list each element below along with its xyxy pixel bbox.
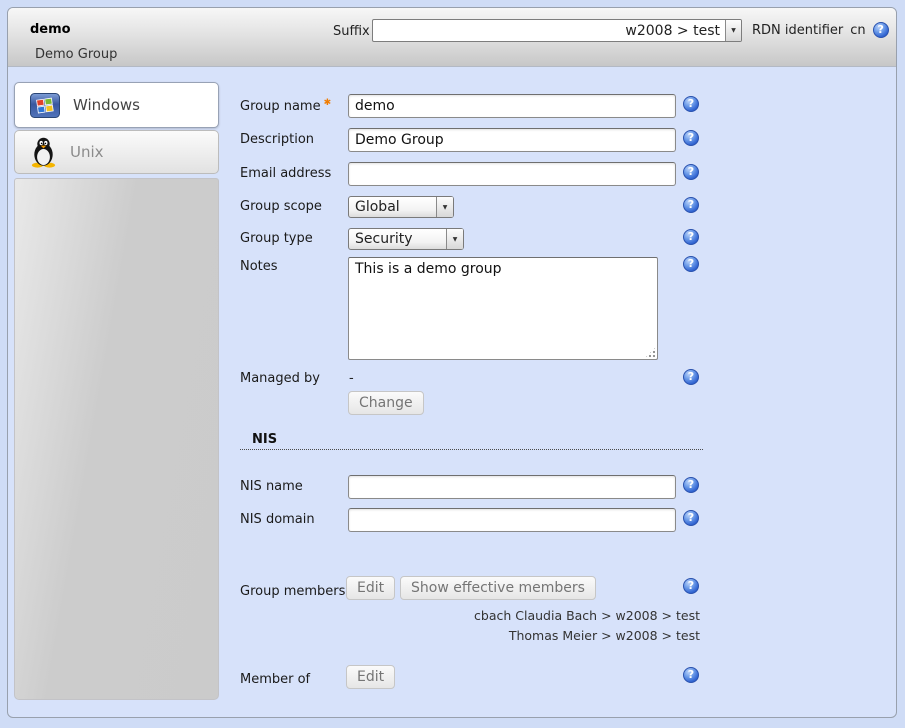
nis-name-label: NIS name	[240, 479, 303, 494]
suffix-select[interactable]: w2008 > test ▼	[372, 19, 742, 42]
managed-by-value: -	[349, 371, 354, 386]
notes-label: Notes	[240, 259, 278, 274]
group-type-label: Group type	[240, 231, 313, 246]
help-icon[interactable]: ?	[683, 96, 699, 112]
member-of-edit-button[interactable]: Edit	[346, 665, 395, 689]
suffix-selected-value: w2008 > test	[625, 23, 725, 39]
chevron-down-icon: ▼	[436, 197, 453, 217]
member-of-label: Member of	[240, 672, 310, 687]
tab-windows-label: Windows	[73, 96, 140, 114]
tab-unix-label: Unix	[70, 143, 104, 161]
header: demo Demo Group Suffix w2008 > test ▼ RD…	[8, 8, 896, 67]
help-icon[interactable]: ?	[683, 197, 699, 213]
email-address-input[interactable]	[348, 162, 676, 186]
group-scope-value: Global	[355, 199, 400, 215]
rdn-identifier-label: RDN identifier	[752, 23, 843, 38]
window: demo Demo Group Suffix w2008 > test ▼ RD…	[7, 7, 897, 718]
group-name-label: Group name✱	[240, 98, 331, 114]
help-icon[interactable]: ?	[683, 164, 699, 180]
nis-name-input[interactable]	[348, 475, 676, 499]
chevron-down-glyph: ▼	[731, 27, 736, 34]
group-members-edit-button[interactable]: Edit	[346, 576, 395, 600]
group-type-select[interactable]: Security ▼	[348, 228, 464, 250]
sidebar-panel	[14, 178, 219, 700]
page-title: demo	[30, 22, 71, 37]
chevron-down-icon: ▼	[725, 20, 741, 41]
tab-unix[interactable]: Unix	[14, 130, 219, 174]
group-members-list: cbach Claudia Bach > w2008 > test Thomas…	[348, 606, 700, 646]
chevron-down-glyph: ▼	[453, 236, 458, 243]
group-type-value: Security	[355, 231, 413, 247]
chevron-down-icon: ▼	[446, 229, 463, 249]
nis-section-title: NIS	[252, 432, 277, 447]
description-label: Description	[240, 132, 314, 147]
change-button[interactable]: Change	[348, 391, 424, 415]
group-scope-label: Group scope	[240, 199, 322, 214]
description-input[interactable]	[348, 128, 676, 152]
notes-textarea[interactable]: This is a demo group	[348, 257, 658, 360]
email-address-label: Email address	[240, 166, 331, 181]
group-member-item: cbach Claudia Bach > w2008 > test	[348, 606, 700, 626]
group-scope-select[interactable]: Global ▼	[348, 196, 454, 218]
group-member-item: Thomas Meier > w2008 > test	[348, 626, 700, 646]
page-subtitle: Demo Group	[35, 47, 117, 62]
help-icon[interactable]: ?	[683, 667, 699, 683]
tux-penguin-icon	[30, 137, 57, 168]
help-icon[interactable]: ?	[683, 578, 699, 594]
group-name-label-text: Group name	[240, 99, 321, 114]
help-icon[interactable]: ?	[683, 256, 699, 272]
show-effective-members-button[interactable]: Show effective members	[400, 576, 596, 600]
help-icon[interactable]: ?	[873, 22, 889, 38]
help-icon[interactable]: ?	[683, 229, 699, 245]
help-icon[interactable]: ?	[683, 369, 699, 385]
group-name-input[interactable]	[348, 94, 676, 118]
group-members-label: Group members	[240, 584, 345, 599]
nis-domain-input[interactable]	[348, 508, 676, 532]
help-icon[interactable]: ?	[683, 510, 699, 526]
help-icon[interactable]: ?	[683, 130, 699, 146]
managed-by-label: Managed by	[240, 371, 320, 386]
windows-logo-icon	[30, 93, 60, 118]
suffix-label: Suffix	[333, 24, 370, 39]
help-icon[interactable]: ?	[683, 477, 699, 493]
chevron-down-glyph: ▼	[443, 204, 448, 211]
rdn-identifier-value: cn	[850, 23, 865, 38]
nis-section-divider	[240, 449, 703, 450]
tab-windows[interactable]: Windows	[14, 82, 219, 128]
nis-domain-label: NIS domain	[240, 512, 315, 527]
rdn-identifier-group: RDN identifier cn ?	[752, 21, 889, 39]
required-icon: ✱	[324, 98, 332, 108]
